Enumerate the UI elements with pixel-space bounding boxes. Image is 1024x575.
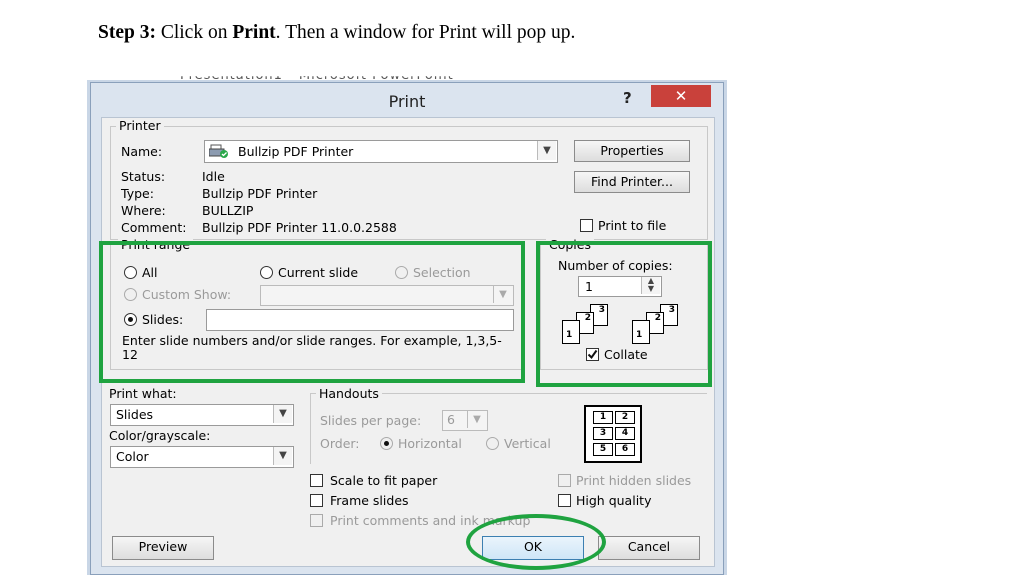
printer-select[interactable]: Bullzip PDF Printer ▼ xyxy=(204,140,558,163)
name-label: Name: xyxy=(121,144,163,159)
where-value: BULLZIP xyxy=(202,203,254,218)
printer-select-value: Bullzip PDF Printer xyxy=(238,144,354,159)
properties-button[interactable]: Properties xyxy=(574,140,690,162)
step-caption: Step 3: Click on Print. Then a window fo… xyxy=(98,22,575,44)
handout-slide: 5 xyxy=(593,443,613,456)
comment-value: Bullzip PDF Printer 11.0.0.2588 xyxy=(202,220,397,235)
slides-per-page-select[interactable]: 6 ▼ xyxy=(442,410,488,431)
type-value: Bullzip PDF Printer xyxy=(202,186,318,201)
caption-text-2: . Then a window for Print will pop up. xyxy=(275,22,576,43)
order-horizontal-radio[interactable] xyxy=(380,437,393,450)
print-comments-checkbox[interactable] xyxy=(310,514,323,527)
comment-label: Comment: xyxy=(121,220,187,235)
where-label: Where: xyxy=(121,203,166,218)
handouts-legend: Handouts xyxy=(316,386,382,401)
step-label: Step 3: xyxy=(98,22,156,43)
highlight-ok-button xyxy=(466,514,606,570)
close-button[interactable]: ✕ xyxy=(651,85,711,107)
print-what-value: Slides xyxy=(116,407,154,422)
handout-slide: 2 xyxy=(615,411,635,424)
handout-slide: 1 xyxy=(593,411,613,424)
color-value: Color xyxy=(116,449,149,464)
order-vertical-label: Vertical xyxy=(504,436,551,451)
handout-slide: 4 xyxy=(615,427,635,440)
handout-slide: 6 xyxy=(615,443,635,456)
print-to-file-checkbox[interactable] xyxy=(580,219,593,232)
chevron-down-icon[interactable]: ▼ xyxy=(537,141,556,160)
print-hidden-label: Print hidden slides xyxy=(576,473,692,488)
printer-legend: Printer xyxy=(116,118,164,133)
printer-icon xyxy=(208,144,229,158)
handout-preview: 1 2 3 4 5 6 xyxy=(584,405,642,463)
frame-slides-checkbox[interactable] xyxy=(310,494,323,507)
highlight-copies xyxy=(536,241,712,387)
order-label: Order: xyxy=(320,436,360,451)
handouts-group xyxy=(310,393,707,464)
chevron-down-icon[interactable]: ▼ xyxy=(273,405,292,423)
color-label: Color/grayscale: xyxy=(109,428,211,443)
scale-to-fit-checkbox[interactable] xyxy=(310,474,323,487)
type-label: Type: xyxy=(121,186,154,201)
chevron-down-icon[interactable]: ▼ xyxy=(467,411,486,428)
find-printer-button[interactable]: Find Printer... xyxy=(574,171,690,193)
dialog-titlebar: Print ? ✕ xyxy=(91,83,723,117)
caption-text-1: Click on xyxy=(155,22,233,43)
chevron-down-icon[interactable]: ▼ xyxy=(273,447,292,465)
slides-per-page-value: 6 xyxy=(447,412,455,427)
background-window-title: Presentation1 - Microsoft PowerPoint xyxy=(180,68,454,83)
frame-slides-label: Frame slides xyxy=(330,493,409,508)
preview-button[interactable]: Preview xyxy=(112,536,214,560)
order-horizontal-label: Horizontal xyxy=(398,436,462,451)
print-what-label: Print what: xyxy=(109,386,177,401)
cancel-button[interactable]: Cancel xyxy=(598,536,700,560)
help-icon[interactable]: ? xyxy=(623,89,632,107)
color-select[interactable]: Color ▼ xyxy=(110,446,294,468)
print-what-select[interactable]: Slides ▼ xyxy=(110,404,294,426)
print-hidden-checkbox[interactable] xyxy=(558,474,571,487)
print-to-file-label: Print to file xyxy=(598,218,667,233)
high-quality-label: High quality xyxy=(576,493,652,508)
scale-to-fit-label: Scale to fit paper xyxy=(330,473,438,488)
handout-slide: 3 xyxy=(593,427,613,440)
slides-per-page-label: Slides per page: xyxy=(320,413,422,428)
caption-print-word: Print xyxy=(232,22,276,43)
high-quality-checkbox[interactable] xyxy=(558,494,571,507)
highlight-print-range xyxy=(99,241,525,383)
order-vertical-radio[interactable] xyxy=(486,437,499,450)
status-value: Idle xyxy=(202,169,225,184)
status-label: Status: xyxy=(121,169,166,184)
